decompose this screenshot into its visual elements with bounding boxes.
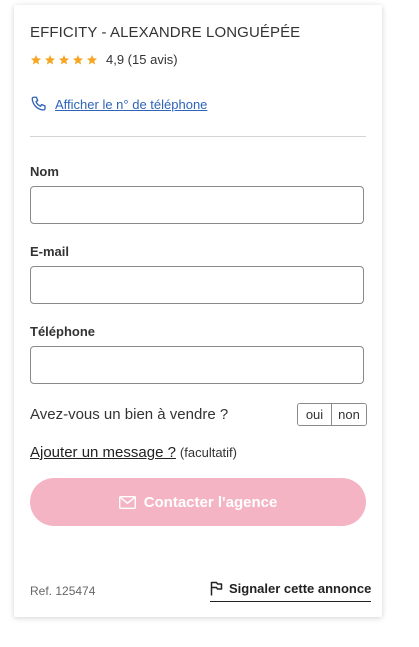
divider bbox=[30, 136, 366, 137]
phone-icon bbox=[31, 96, 46, 111]
report-ad-label: Signaler cette annonce bbox=[229, 581, 372, 596]
star-icon bbox=[87, 54, 97, 64]
contact-agency-label: Contacter l'agence bbox=[143, 493, 278, 511]
name-field[interactable] bbox=[30, 186, 364, 224]
star-icon bbox=[73, 54, 83, 64]
flag-icon bbox=[210, 581, 223, 596]
property-question: Avez-vous un bien à vendre ? bbox=[30, 406, 229, 423]
contact-card: EFFICITY - ALEXANDRE LONGUÉPÉE 4,9 (15 a… bbox=[14, 5, 382, 617]
add-message-link[interactable]: Ajouter un message ? bbox=[30, 444, 176, 461]
yes-button[interactable]: oui bbox=[298, 404, 332, 425]
show-phone-link[interactable]: Afficher le n° de téléphone bbox=[30, 95, 207, 113]
add-message-row: Ajouter un message ? (facultatif) bbox=[30, 444, 237, 461]
contact-agency-button[interactable]: Contacter l'agence bbox=[30, 478, 366, 526]
show-phone-label: Afficher le n° de téléphone bbox=[55, 96, 208, 112]
star-icon bbox=[59, 54, 69, 64]
name-label: Nom bbox=[30, 164, 59, 179]
star-icon bbox=[45, 54, 55, 64]
rating: 4,9 (15 avis) bbox=[30, 52, 178, 67]
optional-hint: (facultatif) bbox=[179, 445, 237, 460]
agency-name: EFFICITY - ALEXANDRE LONGUÉPÉE bbox=[30, 24, 301, 41]
rating-stars bbox=[30, 54, 98, 66]
rating-text: 4,9 (15 avis) bbox=[106, 52, 178, 67]
email-field[interactable] bbox=[30, 266, 364, 304]
phone-field[interactable] bbox=[30, 346, 364, 384]
property-toggle: oui non bbox=[297, 403, 367, 426]
no-button[interactable]: non bbox=[332, 404, 366, 425]
report-ad-link[interactable]: Signaler cette annonce bbox=[210, 581, 372, 602]
envelope-icon bbox=[118, 495, 136, 509]
email-label: E-mail bbox=[30, 244, 70, 259]
star-icon bbox=[31, 54, 41, 64]
reference-number: Ref. 125474 bbox=[30, 584, 96, 598]
phone-label: Téléphone bbox=[30, 324, 96, 339]
